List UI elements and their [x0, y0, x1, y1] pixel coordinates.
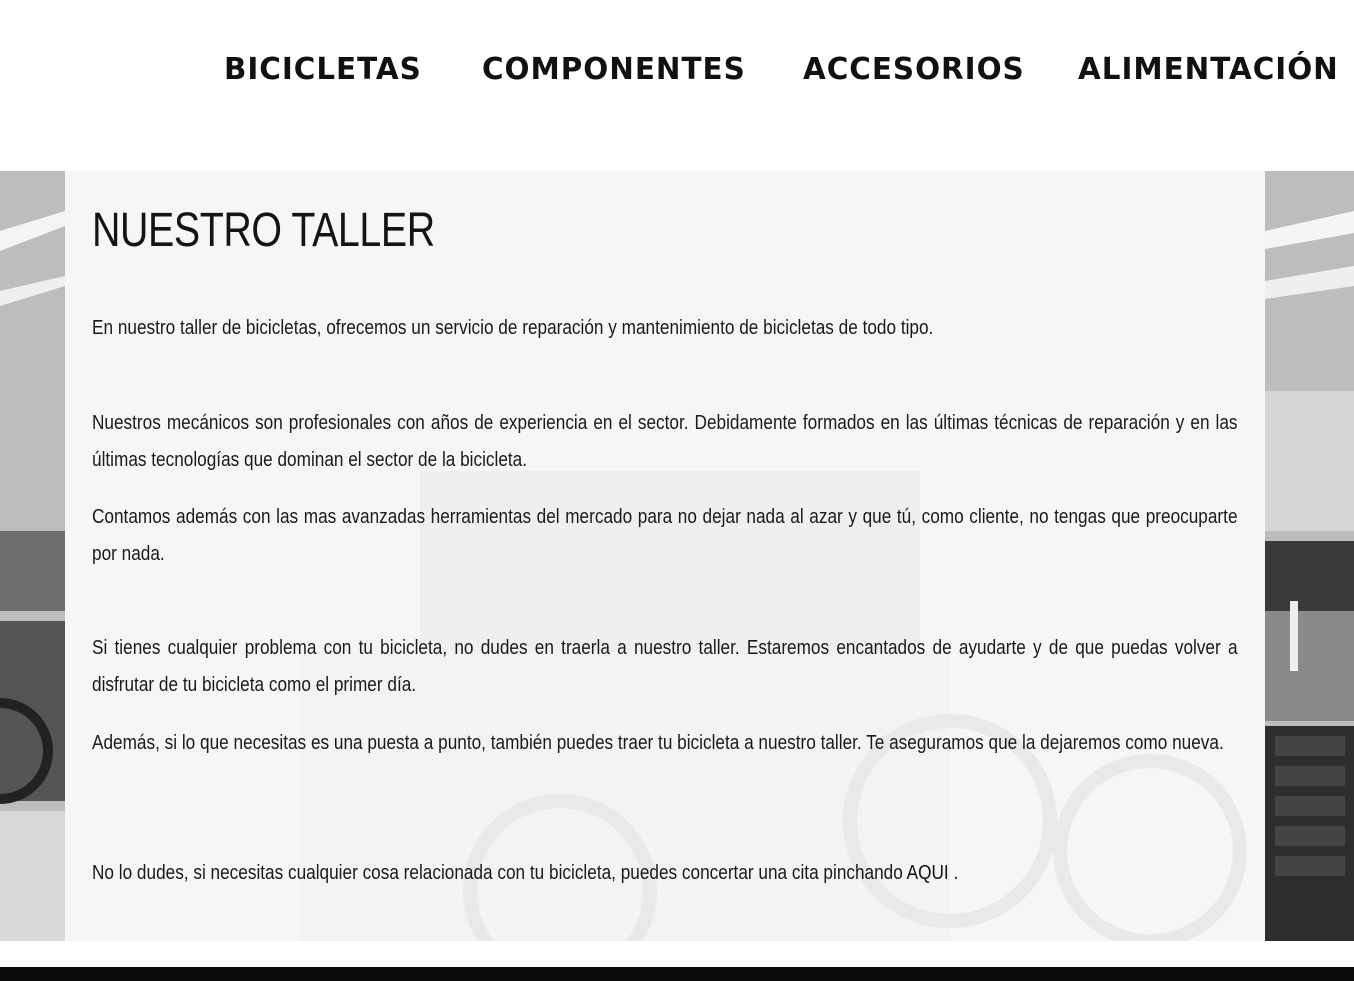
appointment-text-after: .: [948, 862, 959, 884]
nav-item-bicicletas[interactable]: BICICLETAS: [224, 50, 422, 90]
paragraph-tuneup-text: Además, si lo que necesitas es una puest…: [92, 732, 1224, 754]
paragraph-tuneup: Además, si lo que necesitas es una puest…: [92, 725, 1238, 762]
paragraph-tools: Contamos además con las mas avanzadas he…: [92, 499, 1238, 573]
paragraph-intro-text: En nuestro taller de bicicletas, ofrecem…: [92, 317, 934, 339]
paragraph-mechanics: Nuestros mecánicos son profesionales con…: [92, 405, 1238, 479]
paragraph-problems: Si tienes cualquier problema con tu bici…: [92, 630, 1238, 704]
appointment-link[interactable]: AQUI: [907, 862, 949, 884]
paragraph-mechanics-text: Nuestros mecánicos son profesionales con…: [92, 412, 1238, 471]
nav-item-accesorios[interactable]: ACCESORIOS: [803, 50, 1025, 90]
nav-item-alimentacion[interactable]: ALIMENTACIÓN: [1078, 50, 1339, 90]
paragraph-tools-text: Contamos además con las mas avanzadas he…: [92, 506, 1238, 565]
paragraph-problems-text: Si tienes cualquier problema con tu bici…: [92, 637, 1238, 696]
paragraph-appointment-text: No lo dudes, si necesitas cualquier cosa…: [92, 855, 1238, 892]
footer-bar: [0, 967, 1354, 981]
workshop-text-block: NUESTRO TALLER En nuestro taller de bici…: [0, 171, 1354, 941]
appointment-text-before: No lo dudes, si necesitas cualquier cosa…: [92, 862, 907, 884]
paragraph-intro: En nuestro taller de bicicletas, ofrecem…: [92, 310, 1238, 347]
top-navigation: BICICLETAS COMPONENTES ACCESORIOS ALIMEN…: [0, 0, 1354, 171]
paragraph-appointment: No lo dudes, si necesitas cualquier cosa…: [92, 855, 1238, 892]
nav-item-componentes[interactable]: COMPONENTES: [482, 50, 746, 90]
page-title: NUESTRO TALLER: [92, 204, 435, 257]
